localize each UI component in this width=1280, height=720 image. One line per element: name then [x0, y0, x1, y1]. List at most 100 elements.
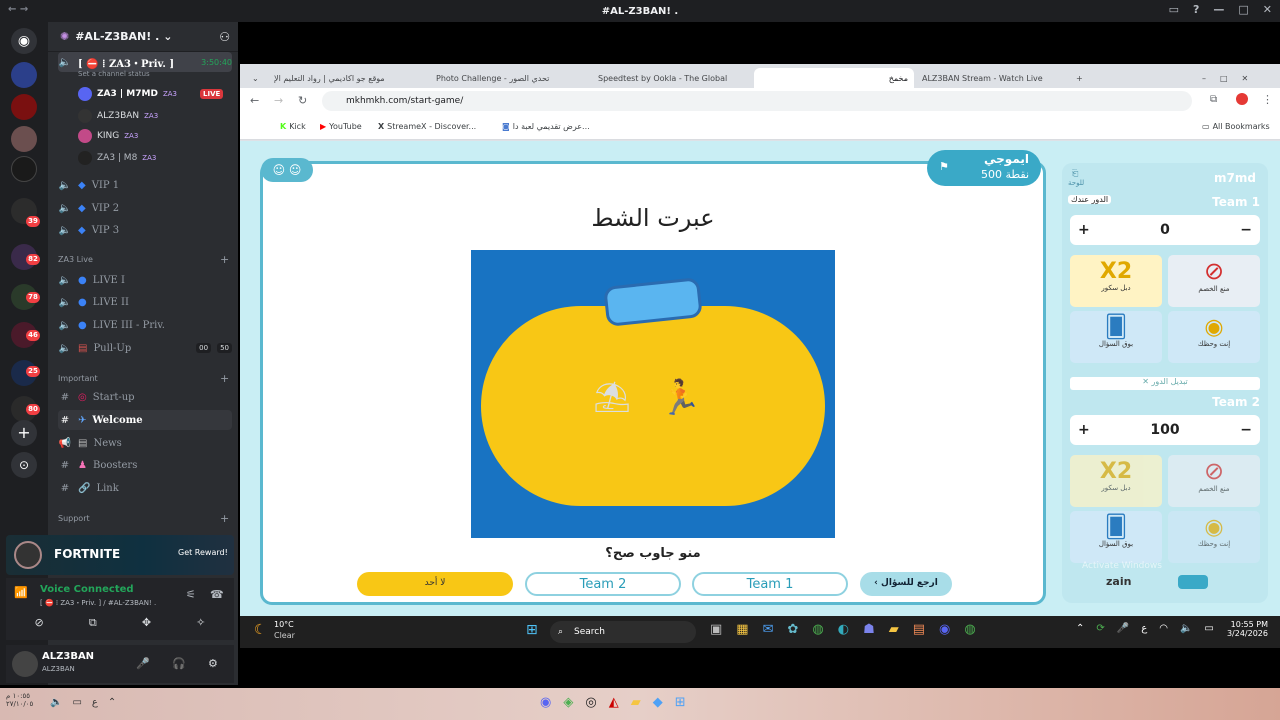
server-icon[interactable] [11, 94, 37, 120]
voice-user[interactable]: ZA3 | M8 ZA3 [78, 148, 156, 168]
tab-active[interactable]: مخمخ [754, 68, 914, 88]
folder-icon[interactable]: ▰ [631, 695, 641, 710]
emoji-toggle[interactable]: ☺ ☺ [261, 158, 313, 182]
channel-status[interactable]: Set a channel status [78, 70, 150, 78]
powerup-double[interactable]: X2 دبل سكور [1070, 255, 1162, 307]
chevron-up-icon[interactable]: ⌃ [108, 697, 116, 708]
outlook-icon[interactable]: ✉ [763, 622, 774, 637]
soundboard-icon[interactable]: ✧ [196, 616, 205, 636]
voice-channel-live3[interactable]: 🔈 ● LIVE III - Priv. [58, 315, 232, 335]
teams-icon[interactable]: ☗ [863, 622, 875, 637]
server-icon[interactable] [11, 156, 37, 182]
forward-icon[interactable]: → [274, 94, 283, 107]
tab[interactable]: Photo Challenge - تحدي الصور [430, 68, 590, 88]
profile-icon[interactable] [1236, 93, 1248, 105]
voice-channel-pullup[interactable]: 🔈 ▤ Pull-Up 00 50 [58, 338, 232, 358]
bookmark-youtube[interactable]: ▶ YouTube [320, 122, 362, 131]
chrome-icon[interactable]: ◍ [812, 622, 823, 637]
headphones-icon[interactable]: 🎧 [172, 657, 186, 670]
start-icon[interactable]: ⊞ [526, 622, 538, 638]
menu-icon[interactable]: ⋮ [1262, 93, 1273, 106]
app-icon[interactable]: ▤ [913, 622, 925, 637]
explore-icon[interactable]: ⊙ [11, 452, 37, 478]
activities-icon[interactable]: ✥ [142, 616, 151, 636]
category-support[interactable]: Support [58, 514, 90, 523]
camera-off-icon[interactable]: ⊘ [35, 616, 44, 636]
decrement-button[interactable]: − [1240, 222, 1252, 238]
add-channel-icon[interactable]: + [220, 512, 229, 525]
category-important[interactable]: Important [58, 374, 98, 383]
acrobat-icon[interactable]: ◭ [609, 695, 619, 710]
powerup-block[interactable]: ⊘ منع الخصم [1168, 455, 1260, 507]
language-icon[interactable]: ع [92, 697, 98, 708]
chevron-up-icon[interactable]: ⌃ [1076, 623, 1084, 634]
powerup-peek[interactable]: 🂠 بوق السؤال [1070, 311, 1162, 363]
text-channel-welcome[interactable]: # ✈ Welcome [58, 410, 232, 430]
powerup-luck[interactable]: ◉ إنت وحظك [1168, 511, 1260, 563]
powerup-luck[interactable]: ◉ إنت وحظك [1168, 311, 1260, 363]
help-icon[interactable]: ? [1193, 3, 1199, 16]
voice-user[interactable]: ZA3 | M7MD ZA3 LIVE [78, 84, 224, 104]
back-icon[interactable]: ← [250, 94, 259, 107]
close-icon[interactable]: ✕ [1263, 3, 1272, 16]
voice-channel-live2[interactable]: 🔈 ● LIVE II [58, 292, 232, 312]
minimize-icon[interactable]: — [1213, 3, 1224, 16]
voice-channel-path[interactable]: [ ⛔ ⁞ ZA3・Priv. ] / #AL-Z3BAN! . [40, 598, 156, 608]
add-channel-icon[interactable]: + [220, 253, 229, 266]
back-to-question-button[interactable]: ‹ ارجع للسؤال [860, 572, 952, 596]
voice-channel-live1[interactable]: 🔈 ● LIVE I [58, 270, 232, 290]
category-live[interactable]: ZA3 Live [58, 255, 93, 264]
voice-channel-vip1[interactable]: 🔈 ◆ VIP 1 [58, 175, 232, 195]
powerup-block[interactable]: ⊘ منع الخصم [1168, 255, 1260, 307]
copilot-icon[interactable]: ✿ [788, 622, 799, 637]
voice-channel-vip2[interactable]: 🔈 ◆ VIP 2 [58, 198, 232, 218]
voice-user[interactable]: ALZ3BAN ZA3 [78, 106, 158, 126]
reload-icon[interactable]: ↻ [298, 94, 307, 107]
wifi-icon[interactable]: ◠ [1159, 623, 1168, 634]
url-input[interactable]: mkhmkh.com/start-game/ [322, 91, 1192, 111]
text-channel-startup[interactable]: # ◎ Start-up [58, 387, 232, 407]
noise-icon[interactable]: ⚟ [186, 588, 196, 601]
extensions-icon[interactable]: ⧉ [1210, 94, 1217, 105]
task-view-icon[interactable]: ▣ [710, 622, 722, 637]
get-reward-button[interactable]: Get Reward! [178, 548, 228, 557]
add-channel-icon[interactable]: + [220, 372, 229, 385]
flag-icon[interactable]: ⚑ [939, 160, 949, 173]
store-icon[interactable]: ▦ [736, 622, 748, 637]
increment-button[interactable]: + [1078, 222, 1090, 238]
nav-arrows[interactable]: ← → [8, 4, 28, 15]
volume-icon[interactable]: 🔈 [50, 697, 62, 708]
language-indicator[interactable]: ع [1141, 623, 1147, 634]
text-channel-news[interactable]: 📢 ▤ News [58, 433, 232, 453]
voice-user[interactable]: KING ZA3 [78, 126, 138, 146]
edge-icon[interactable]: ◐ [838, 622, 849, 637]
mic-tray-icon[interactable]: 🎤 [1117, 623, 1129, 634]
decrement-button[interactable]: − [1240, 422, 1252, 438]
bookmark-streamex[interactable]: X StreameX - Discover... [378, 122, 476, 131]
tab-list-icon[interactable]: ⌄ [246, 68, 266, 88]
add-member-icon[interactable]: ⚇ [219, 30, 230, 44]
add-server-icon[interactable]: + [11, 420, 37, 446]
app-icon[interactable]: ◈ [563, 695, 573, 710]
no-one-button[interactable]: لا أحد [357, 572, 513, 596]
team1-button[interactable]: Team 1 [692, 572, 848, 596]
volume-icon[interactable]: 🔈 [1180, 623, 1192, 634]
board-link[interactable]: للوحة [1068, 179, 1084, 187]
sync-icon[interactable]: ⟳ [1096, 623, 1104, 634]
outer-clock[interactable]: ١٠:٥٥ م ٢٧/١٠/٠٥ [6, 692, 33, 708]
voice-channel-vip3[interactable]: 🔈 ◆ VIP 3 [58, 220, 232, 240]
switch-turn-button[interactable]: ✕ تبديل الدور [1070, 377, 1260, 390]
windows-icon[interactable]: ⊞ [675, 695, 686, 710]
server-icon[interactable] [11, 62, 37, 88]
text-channel-boosters[interactable]: # ♟ Boosters [58, 455, 232, 475]
avatar[interactable] [12, 651, 38, 677]
guild-header[interactable]: ✺ #AL-Z3BAN! . ⌄ ⚇ [48, 22, 238, 52]
bookmark-kick[interactable]: K Kick [280, 122, 306, 131]
discord-icon[interactable]: ◉ [939, 622, 950, 637]
powerup-peek[interactable]: 🂠 بوق السؤال [1070, 511, 1162, 563]
all-bookmarks[interactable]: ▭ All Bookmarks [1202, 122, 1270, 131]
app-icon[interactable]: ◆ [653, 695, 663, 710]
clock[interactable]: 10:55 PM 3/24/2026 [1227, 620, 1268, 638]
window-controls[interactable]: –□✕ [1196, 68, 1280, 88]
battery-icon[interactable]: ▭ [1204, 623, 1213, 634]
